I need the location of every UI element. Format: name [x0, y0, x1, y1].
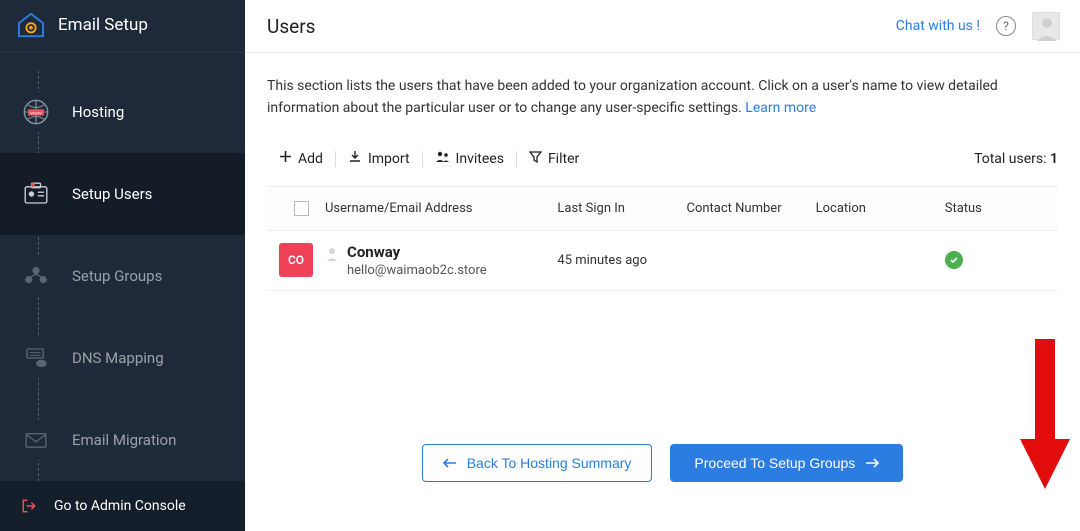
help-icon[interactable]: ? — [996, 16, 1016, 36]
select-all-checkbox[interactable] — [294, 201, 309, 216]
brand-icon — [16, 12, 46, 38]
learn-more-link[interactable]: Learn more — [745, 100, 816, 116]
exit-icon — [18, 495, 40, 517]
user-cell: Conway hello@waimaob2c.store — [325, 243, 557, 278]
user-info: Conway hello@waimaob2c.store — [347, 243, 487, 278]
sidebar-item-hosting[interactable]: WWW Hosting — [0, 71, 245, 153]
sidebar-item-label: DNS Mapping — [72, 349, 164, 367]
arrow-left-icon — [443, 455, 457, 471]
toolbar-left: Add Import Invitees Filter — [267, 146, 591, 172]
column-location: Location — [816, 201, 945, 216]
arrow-right-icon — [865, 455, 879, 471]
filter-icon — [529, 150, 542, 167]
sidebar-item-setup-users[interactable]: Setup Users — [0, 153, 245, 235]
intro-body: This section lists the users that have b… — [267, 78, 998, 116]
table-header: Username/Email Address Last Sign In Cont… — [267, 186, 1058, 231]
sidebar-header: Email Setup — [0, 0, 245, 53]
import-label: Import — [368, 151, 410, 167]
add-button[interactable]: Add — [267, 146, 335, 171]
status-active-icon — [945, 251, 963, 269]
go-to-admin-console-link[interactable]: Go to Admin Console — [0, 481, 245, 531]
import-icon — [348, 150, 362, 168]
sidebar-nav: WWW Hosting Setup Users — [0, 53, 245, 481]
back-button[interactable]: Back To Hosting Summary — [422, 444, 653, 482]
sidebar-item-label: Hosting — [72, 103, 124, 121]
status-cell — [945, 251, 1048, 269]
sidebar-item-label: Setup Groups — [72, 267, 162, 285]
sidebar-item-label: Setup Users — [72, 185, 152, 203]
page-title: Users — [267, 15, 315, 38]
column-contact: Contact Number — [687, 201, 816, 216]
avatar[interactable] — [1032, 12, 1060, 40]
admin-link-label: Go to Admin Console — [54, 498, 186, 514]
user-email: hello@waimaob2c.store — [347, 263, 487, 278]
id-card-icon — [16, 174, 56, 214]
chat-with-us-link[interactable]: Chat with us ! — [896, 18, 980, 34]
column-username: Username/Email Address — [325, 201, 557, 216]
filter-button[interactable]: Filter — [517, 146, 591, 171]
proceed-label: Proceed To Setup Groups — [694, 455, 855, 471]
dns-icon — [16, 338, 56, 378]
proceed-button[interactable]: Proceed To Setup Groups — [670, 444, 903, 482]
topbar-right: Chat with us ! ? — [896, 12, 1060, 40]
filter-label: Filter — [548, 151, 579, 167]
sidebar-item-dns-mapping[interactable]: DNS Mapping — [0, 317, 245, 399]
sidebar-item-setup-groups[interactable]: Setup Groups — [0, 235, 245, 317]
sidebar-item-label: Email Migration — [72, 431, 176, 449]
person-icon — [325, 246, 339, 266]
total-users: Total users: 1 — [974, 151, 1058, 167]
groups-icon — [16, 256, 56, 296]
globe-icon: WWW — [16, 92, 56, 132]
invitees-button[interactable]: Invitees — [423, 146, 516, 172]
table-row[interactable]: CO Conway hello@waimaob2c.store 45 minut… — [267, 231, 1058, 291]
users-toolbar: Add Import Invitees Filter — [267, 146, 1058, 172]
sidebar-title: Email Setup — [58, 15, 148, 35]
column-last-sign-in: Last Sign In — [557, 201, 686, 216]
add-label: Add — [298, 151, 323, 167]
plus-icon — [279, 150, 292, 167]
envelope-icon — [16, 420, 56, 460]
column-status: Status — [945, 201, 1048, 216]
select-all-cell — [277, 201, 325, 216]
total-count: 1 — [1050, 151, 1058, 167]
intro-text: This section lists the users that have b… — [267, 75, 1058, 120]
footer-buttons: Back To Hosting Summary Proceed To Setup… — [245, 444, 1080, 482]
row-avatar-wrap: CO — [277, 243, 325, 277]
invitees-icon — [435, 150, 450, 168]
total-label: Total users: — [974, 151, 1050, 167]
sidebar: Email Setup WWW Hosting — [0, 0, 245, 504]
user-name[interactable]: Conway — [347, 243, 487, 261]
import-button[interactable]: Import — [336, 146, 422, 172]
svg-text:WWW: WWW — [30, 110, 42, 115]
topbar: Users Chat with us ! ? — [245, 0, 1080, 53]
invitees-label: Invitees — [456, 151, 504, 167]
back-label: Back To Hosting Summary — [467, 455, 632, 471]
main-area: Users Chat with us ! ? This section list… — [245, 0, 1080, 504]
content: This section lists the users that have b… — [245, 53, 1080, 504]
user-initials-avatar: CO — [279, 243, 313, 277]
last-sign-in-cell: 45 minutes ago — [557, 253, 686, 268]
sidebar-item-email-migration[interactable]: Email Migration — [0, 399, 245, 481]
